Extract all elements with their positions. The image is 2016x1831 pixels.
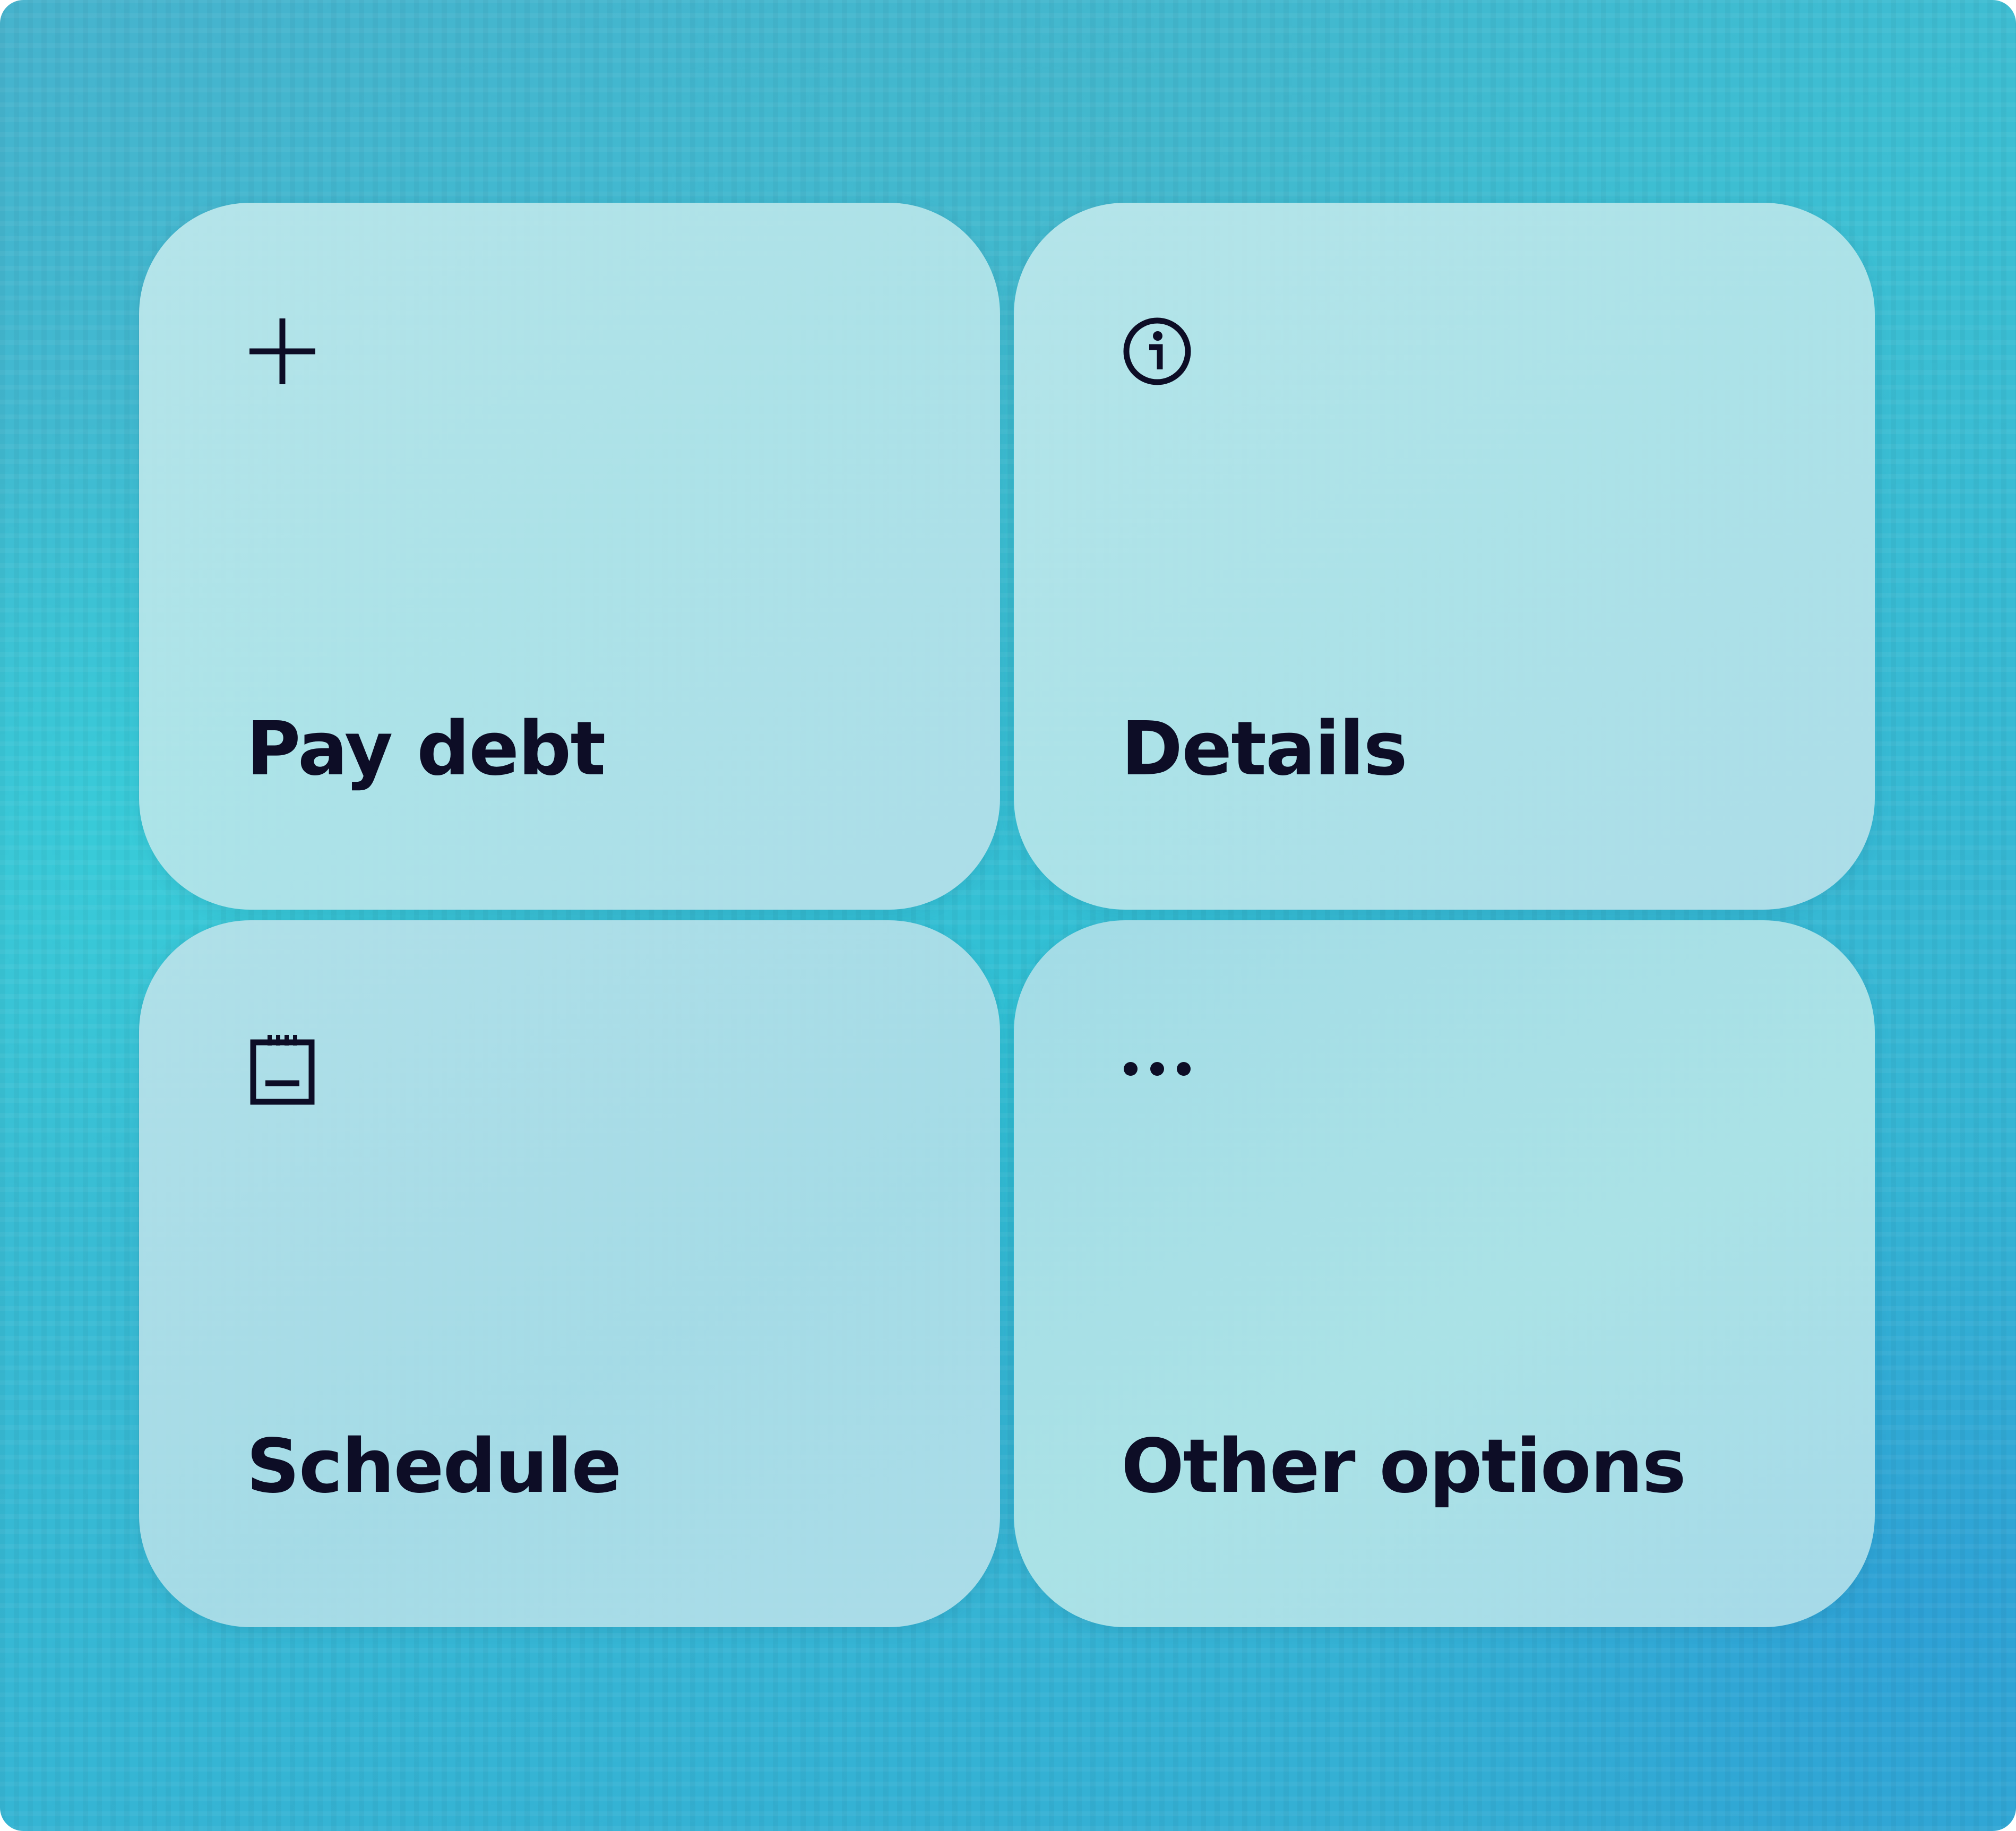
app-background: Pay debt Details Schedule Other options: [0, 0, 2016, 1831]
pay-debt-label: Pay debt: [246, 706, 606, 792]
pay-debt-button[interactable]: Pay debt: [139, 203, 1000, 910]
calendar-icon: [245, 1032, 320, 1106]
info-icon: [1120, 314, 1194, 388]
details-button[interactable]: Details: [1014, 203, 1875, 910]
other-options-label: Other options: [1121, 1423, 1686, 1510]
other-options-button[interactable]: Other options: [1014, 920, 1875, 1627]
schedule-button[interactable]: Schedule: [139, 920, 1000, 1627]
schedule-label: Schedule: [246, 1423, 622, 1510]
plus-icon: [245, 314, 320, 388]
more-horizontal-icon: [1120, 1032, 1194, 1106]
quick-actions-grid: Pay debt Details Schedule Other options: [139, 203, 1875, 1627]
details-label: Details: [1121, 706, 1408, 792]
